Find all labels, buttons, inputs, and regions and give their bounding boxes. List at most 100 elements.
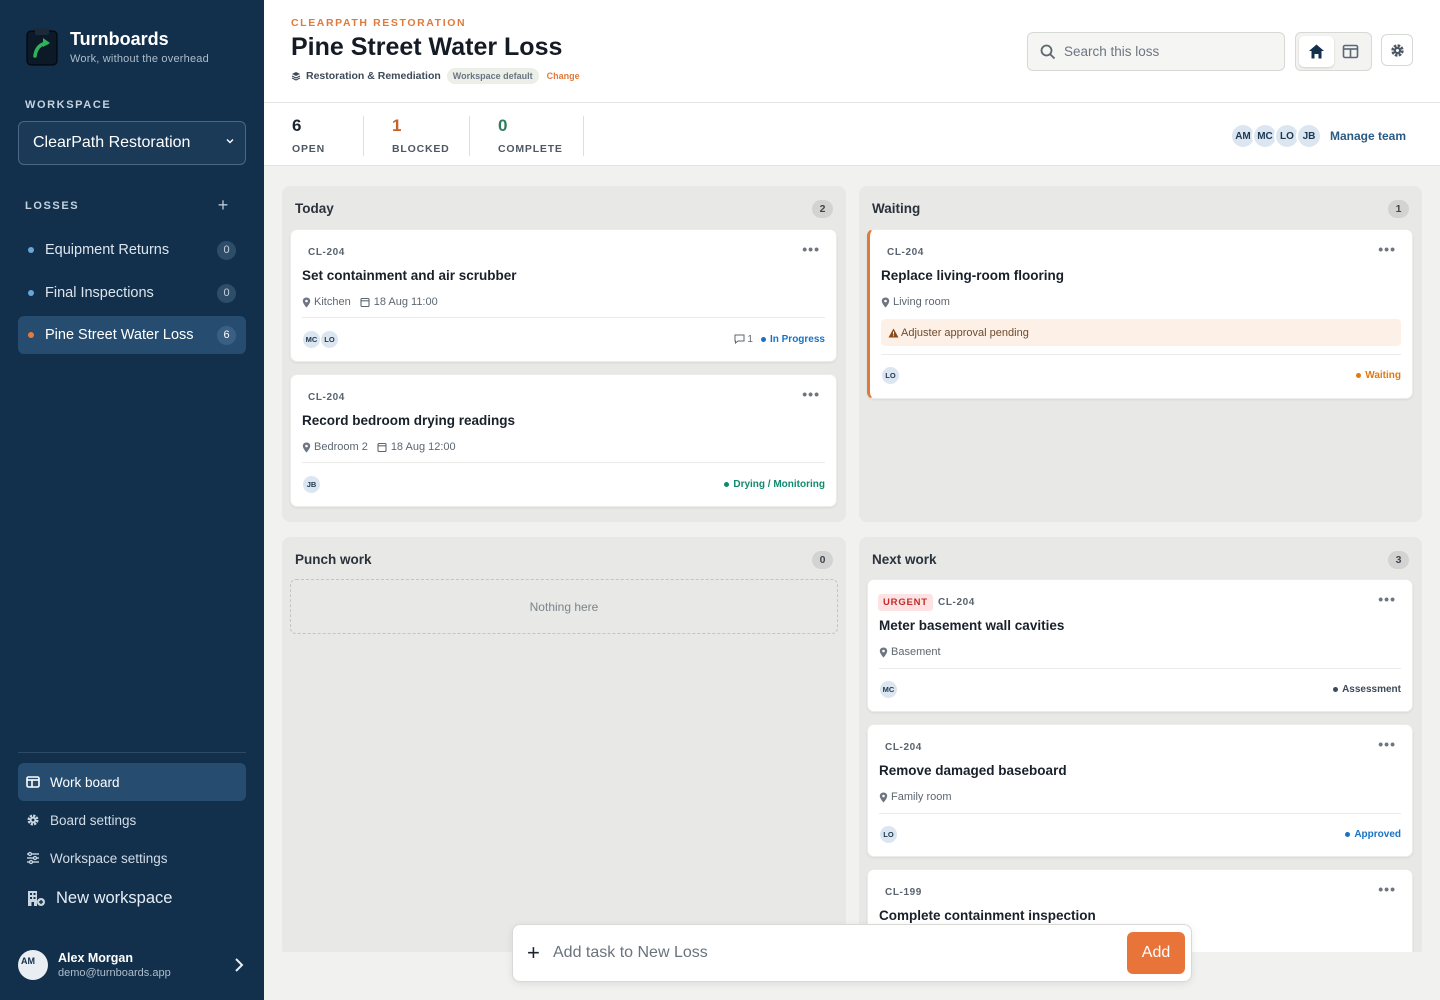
status-badge: Approved — [1345, 829, 1401, 840]
task-card[interactable]: CL-204 ••• Replace living-room flooring … — [867, 229, 1413, 399]
avatar: MC — [879, 679, 898, 699]
task-meta: Bedroom 2 18 Aug 12:00 — [302, 441, 456, 453]
template-pill: Workspace default — [446, 68, 539, 84]
board-icon — [1342, 44, 1359, 59]
loss-item-pine-street[interactable]: Pine Street Water Loss 6 — [18, 316, 246, 354]
location-pin-icon — [302, 442, 311, 452]
task-id: CL-204 — [885, 742, 922, 753]
loss-item-final-inspections[interactable]: Final Inspections 0 — [18, 274, 246, 312]
task-location: Bedroom 2 — [314, 441, 368, 453]
column-title: Waiting — [872, 201, 921, 216]
loss-item-equipment-returns[interactable]: Equipment Returns 0 — [18, 231, 246, 269]
column-count: 1 — [1388, 200, 1409, 218]
avatar: LO — [320, 329, 339, 349]
workspace-select-value: ClearPath Restoration — [33, 134, 191, 151]
nav-workspace-settings[interactable]: Workspace settings — [18, 839, 246, 877]
home-view-button[interactable] — [1299, 36, 1334, 67]
nav-label: Board settings — [50, 812, 137, 828]
search-box[interactable] — [1027, 32, 1285, 71]
task-location: Living room — [893, 296, 950, 308]
user-profile[interactable]: AM Alex Morgan demo@turnboards.app — [18, 948, 246, 982]
task-card[interactable]: CL-204 ••• Record bedroom drying reading… — [290, 374, 837, 507]
task-title: Record bedroom drying readings — [302, 413, 516, 428]
more-icon[interactable]: ••• — [802, 386, 820, 402]
stat-label: OPEN — [292, 143, 325, 155]
board-view-button[interactable] — [1334, 36, 1369, 67]
workspace-kicker: CLEARPATH RESTORATION — [291, 17, 467, 29]
loss-dot — [28, 247, 34, 253]
status-label: Assessment — [1342, 683, 1401, 695]
status-dot — [1345, 831, 1351, 837]
losses-label: LOSSES — [25, 200, 80, 212]
add-loss-button[interactable]: + — [214, 196, 232, 214]
task-location: Basement — [891, 646, 941, 658]
loss-name: Final Inspections — [45, 285, 154, 301]
turnboards-logo-icon — [26, 28, 58, 66]
status-badge: Waiting — [1356, 370, 1401, 381]
status-dot — [760, 336, 766, 342]
column-title: Punch work — [295, 552, 372, 567]
avatar: LO — [879, 824, 898, 844]
task-card[interactable]: CL-204 ••• Remove damaged baseboard Fami… — [867, 724, 1413, 857]
status-label: Approved — [1354, 828, 1401, 840]
task-id: CL-204 — [938, 597, 975, 608]
board-icon — [26, 776, 40, 788]
chevron-right-icon — [235, 958, 244, 972]
manage-team-link[interactable]: Manage team — [1330, 129, 1406, 143]
task-meta: Living room — [881, 296, 950, 308]
nav-board-settings[interactable]: Board settings — [18, 801, 246, 839]
loss-dot — [28, 332, 34, 338]
task-title: Remove damaged baseboard — [879, 763, 1067, 778]
settings-button[interactable] — [1381, 34, 1413, 66]
avatar: JB — [302, 474, 321, 494]
stat-complete: 0 COMPLETE — [498, 116, 584, 156]
column-count: 0 — [812, 551, 833, 569]
more-icon[interactable]: ••• — [1378, 591, 1396, 607]
location-pin-icon — [879, 647, 888, 657]
status-dot — [1356, 372, 1362, 378]
column-today: Today 2 CL-204 ••• Set containment and a… — [282, 186, 846, 522]
card-divider — [879, 668, 1401, 669]
loss-name: Equipment Returns — [45, 242, 170, 258]
avatar: LO — [881, 365, 900, 385]
add-task-input[interactable] — [553, 944, 1113, 962]
card-divider — [881, 354, 1401, 355]
more-icon[interactable]: ••• — [802, 241, 820, 257]
card-divider — [302, 462, 825, 463]
task-location: Kitchen — [314, 296, 351, 308]
task-card[interactable]: CL-204 ••• Set containment and air scrub… — [290, 229, 837, 362]
template-name: Restoration & Remediation — [306, 70, 441, 82]
column-punch-work: Punch work 0 Nothing here — [282, 537, 846, 957]
more-icon[interactable]: ••• — [1378, 736, 1396, 752]
workspace-select[interactable]: ClearPath Restoration — [18, 121, 246, 165]
comment-icon — [734, 334, 745, 344]
column-count: 3 — [1388, 551, 1409, 569]
avatar: AM — [18, 950, 48, 980]
page-header: CLEARPATH RESTORATION Pine Street Water … — [264, 0, 1440, 103]
task-id: CL-204 — [308, 247, 345, 258]
task-meta: Kitchen 18 Aug 11:00 — [302, 296, 438, 308]
nav-new-workspace[interactable]: New workspace — [18, 879, 246, 917]
more-icon[interactable]: ••• — [1378, 881, 1396, 897]
column-next-work: Next work 3 URGENT CL-204 ••• Meter base… — [859, 537, 1422, 957]
task-id: CL-204 — [308, 392, 345, 403]
add-task-button[interactable]: Add — [1127, 932, 1185, 974]
task-meta: Family room — [879, 791, 952, 803]
task-meta: Basement — [879, 646, 941, 658]
calendar-icon — [360, 297, 370, 307]
change-template-link[interactable]: Change — [547, 71, 580, 81]
nav-work-board[interactable]: Work board — [18, 763, 246, 801]
location-pin-icon — [881, 297, 890, 307]
task-card[interactable]: URGENT CL-204 ••• Meter basement wall ca… — [867, 579, 1413, 712]
more-icon[interactable]: ••• — [1378, 241, 1396, 257]
status-badge: Drying / Monitoring — [724, 479, 825, 490]
user-email: demo@turnboards.app — [58, 967, 171, 979]
brand-tagline: Work, without the overhead — [70, 53, 209, 65]
loss-count: 6 — [217, 326, 236, 345]
status-label: Waiting — [1365, 369, 1401, 381]
search-input[interactable] — [1064, 44, 1264, 59]
status-dot — [1333, 686, 1339, 692]
add-task-bar: + Add — [512, 924, 1192, 982]
task-id: CL-204 — [887, 247, 924, 258]
alert-text: Adjuster approval pending — [901, 326, 1029, 339]
